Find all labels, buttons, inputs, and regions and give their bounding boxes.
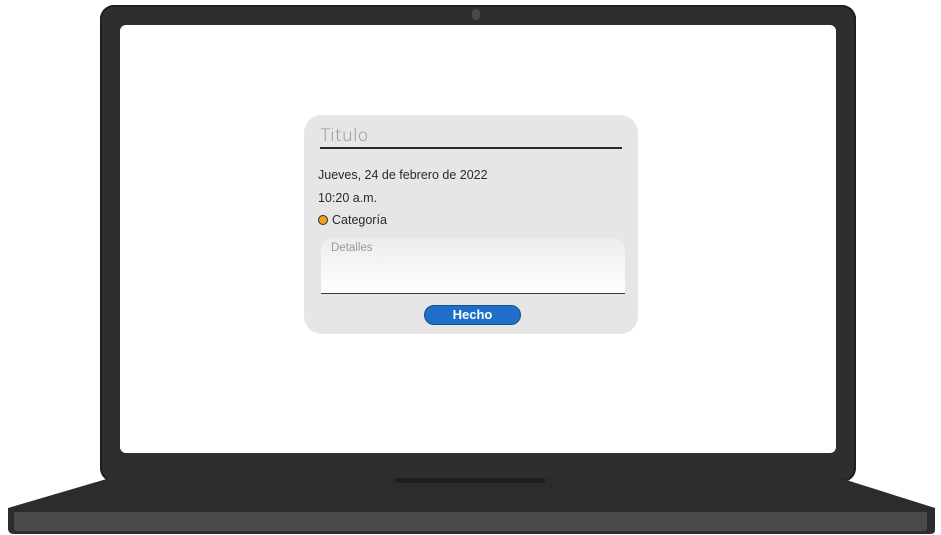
event-dialog: Titulo Jueves, 24 de febrero de 2022 10:… [304, 115, 638, 334]
title-input[interactable]: Titulo [320, 125, 622, 149]
category-label: Categoría [332, 213, 387, 227]
webcam-icon [472, 9, 480, 20]
laptop-base [8, 478, 935, 534]
event-date[interactable]: Jueves, 24 de febrero de 2022 [318, 168, 488, 182]
event-time[interactable]: 10:20 a.m. [318, 191, 377, 205]
orange-circle-icon [318, 215, 328, 225]
details-placeholder: Detalles [331, 242, 373, 254]
laptop-mockup: Titulo Jueves, 24 de febrero de 2022 10:… [0, 0, 941, 535]
details-input[interactable]: Detalles [321, 238, 625, 294]
done-button[interactable]: Hecho [424, 305, 521, 325]
category-selector[interactable]: Categoría [318, 213, 387, 227]
